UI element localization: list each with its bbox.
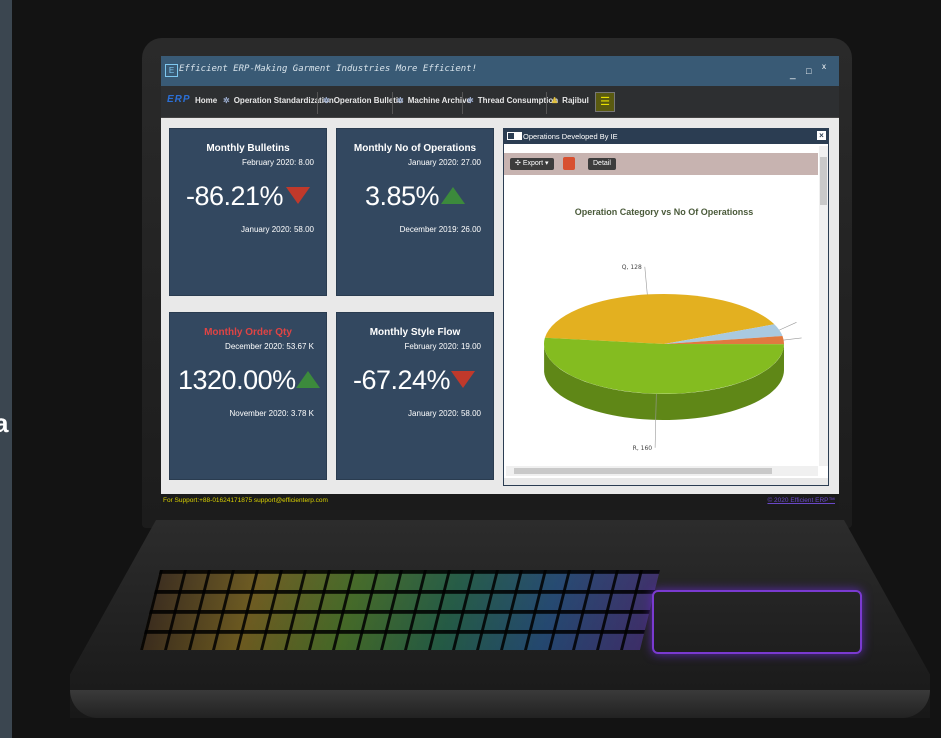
menu-thread-consumption[interactable]: ✲ Thread Consumption [467, 96, 558, 105]
card-change-percent: 3.85% [365, 181, 440, 211]
panel-close-icon[interactable]: × [817, 131, 826, 140]
user-icon: ♟ [551, 96, 559, 105]
menu-list-icon[interactable]: ☰ [595, 92, 615, 112]
menu-user[interactable]: ♟ Rajibul [551, 96, 589, 105]
export-button[interactable]: ✣ Export ▾ [510, 158, 554, 170]
pie-chart: Q, 128 R, 160 [544, 264, 802, 452]
pie-leader-line [644, 266, 648, 295]
laptop-screen: E Efficient ERP-Making Garment Industrie… [161, 56, 839, 510]
menu-home-label: Home [195, 96, 218, 105]
card-current-value: February 2020: 19.00 [404, 342, 482, 351]
minimize-button[interactable]: _ [790, 70, 796, 80]
support-contact: For Support:+88-01624171875 support@effi… [163, 497, 328, 504]
copyright-link[interactable]: © 2020 Efficient ERP™ [767, 497, 835, 504]
export-icon: ✣ [515, 160, 523, 167]
gears-icon: ✲ [323, 96, 330, 105]
trend-up-icon [296, 371, 320, 388]
gears-icon: ✲ [397, 96, 404, 105]
vertical-scroll-thumb[interactable] [820, 157, 827, 205]
menu-user-label: Rajibul [562, 96, 589, 105]
card-previous-value: January 2020: 58.00 [408, 409, 481, 418]
kpi-card-monthly-bulletins: Monthly Bulletins February 2020: 8.00 -8… [169, 128, 327, 296]
window-titlebar: E Efficient ERP-Making Garment Industrie… [161, 56, 839, 86]
panel-title: Operations Developed By IE [523, 132, 618, 141]
pie-leader-line [783, 337, 802, 341]
laptop-front-edge [70, 690, 930, 718]
pie-slice-label: R, 160 [633, 445, 653, 452]
card-previous-value: December 2019: 26.00 [399, 225, 481, 234]
menu-divider [392, 92, 393, 114]
app-logo-icon: E [165, 64, 178, 77]
card-change-percent: -67.24% [353, 365, 451, 395]
card-title: Monthly No of Operations [353, 143, 477, 154]
panel-bottom-bar [504, 478, 828, 485]
card-current-value: December 2020: 53.67 K [225, 342, 314, 351]
horizontal-scroll-thumb[interactable] [514, 468, 772, 474]
dashboard-content: Monthly Bulletins February 2020: 8.00 -8… [161, 118, 839, 494]
panel-header: Operations Developed By IE × [504, 129, 828, 144]
export-label: Export [522, 160, 544, 167]
card-previous-value: January 2020: 58.00 [241, 225, 314, 234]
window-title: Efficient ERP-Making Garment Industries … [179, 64, 478, 74]
gears-icon: ✲ [223, 96, 230, 105]
menu-home[interactable]: Home [195, 96, 217, 105]
left-text-fragment: a [0, 408, 9, 438]
card-change-percent: -86.21% [186, 181, 284, 211]
card-title: Monthly Order Qty [204, 327, 292, 338]
trend-up-icon [441, 187, 465, 204]
trend-down-icon [451, 371, 475, 388]
menu-machine-archive[interactable]: ✲ Machine Archive [397, 96, 471, 105]
print-button[interactable] [563, 157, 575, 170]
maximize-button[interactable]: □ [806, 66, 811, 76]
chevron-down-icon: ▾ [543, 160, 549, 167]
panel-toolbar: ✣ Export ▾ Detail [504, 153, 818, 175]
left-background-strip [0, 0, 12, 738]
trend-down-icon [286, 187, 310, 204]
menu-divider [317, 92, 318, 114]
menu-divider [546, 92, 547, 114]
pie-slice-label: Q, 128 [622, 264, 642, 271]
operations-panel: Operations Developed By IE × ✣ Export ▾ … [503, 128, 829, 486]
kpi-card-monthly-order-qty: Monthly Order Qty December 2020: 53.67 K… [169, 312, 327, 480]
close-button[interactable]: x [822, 62, 826, 72]
trackpad [652, 590, 862, 654]
erp-logo: ERP [167, 94, 191, 105]
card-title: Monthly Bulletins [206, 143, 290, 154]
card-current-value: January 2020: 27.00 [408, 158, 481, 167]
keyboard-keys [140, 570, 660, 650]
pie-leader-line [779, 322, 797, 331]
panel-menu-icon[interactable] [514, 132, 522, 140]
menu-operation-standardization-label: Operation Standardization [233, 96, 334, 105]
card-previous-value: November 2020: 3.78 K [229, 409, 315, 418]
kpi-card-monthly-operations: Monthly No of Operations January 2020: 2… [336, 128, 494, 296]
card-current-value: February 2020: 8.00 [241, 158, 314, 167]
kpi-card-monthly-style-flow: Monthly Style Flow February 2020: 19.00 … [336, 312, 494, 480]
card-title: Monthly Style Flow [369, 327, 461, 338]
detail-button[interactable]: Detail [588, 158, 616, 170]
card-change-percent: 1320.00% [178, 365, 296, 395]
gears-icon: ✲ [467, 96, 474, 105]
menu-divider [462, 92, 463, 114]
